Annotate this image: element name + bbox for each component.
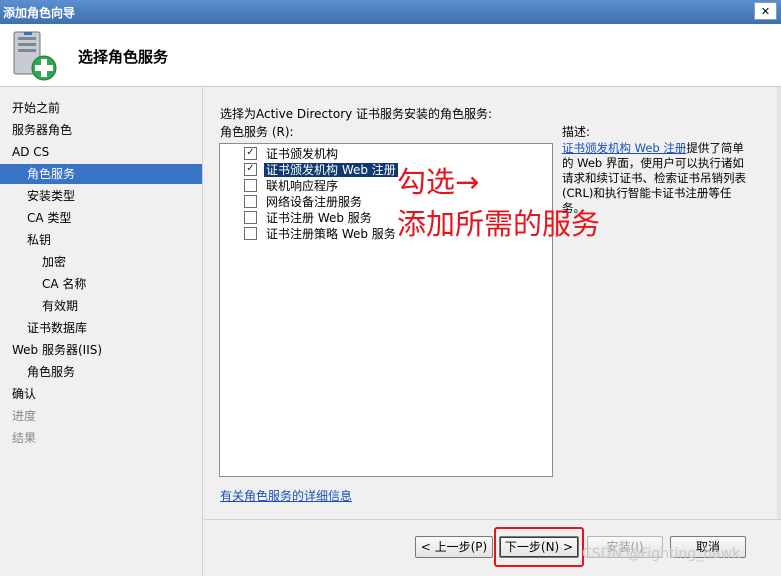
checkbox-unchecked[interactable] — [244, 195, 257, 208]
list-item[interactable]: 证书注册策略 Web 服务 — [244, 226, 398, 243]
right-edge — [777, 87, 781, 519]
checkbox-checked[interactable]: ✓ — [244, 163, 257, 176]
role-services-list[interactable]: ✓ 证书颁发机构 ✓ 证书颁发机构 Web 注册 联机响应程序 网络设备注册服务 证… — [219, 143, 553, 477]
service-label: 网络设备注册服务 — [266, 195, 363, 209]
footer-divider — [204, 519, 781, 520]
nav-item-validity-period[interactable]: 有效期 — [42, 296, 78, 316]
service-label: 联机响应程序 — [266, 179, 339, 193]
nav-item-before-you-begin[interactable]: 开始之前 — [12, 98, 60, 118]
watermark: CSDN @Fighting_hawk — [582, 546, 741, 562]
list-item[interactable]: 网络设备注册服务 — [244, 194, 364, 211]
page-title: 选择角色服务 — [78, 48, 169, 66]
nav-item-iis-role-services[interactable]: 角色服务 — [27, 362, 75, 382]
main-content: 选择为Active Directory 证书服务安装的角色服务: 角色服务 (R… — [204, 87, 781, 519]
description-text: 证书颁发机构 Web 注册提供了简单的 Web 界面，使用户可以执行诸如请求和续… — [562, 141, 754, 216]
wizard-header: 选择角色服务 — [0, 24, 781, 87]
list-item[interactable]: 证书注册 Web 服务 — [244, 210, 374, 227]
checkbox-unchecked[interactable] — [244, 211, 257, 224]
service-label: 证书颁发机构 — [266, 147, 339, 161]
nav-item-certificate-database[interactable]: 证书数据库 — [27, 318, 87, 338]
nav-item-web-server-iis[interactable]: Web 服务器(IIS) — [12, 340, 102, 360]
checkbox-unchecked[interactable] — [244, 179, 257, 192]
more-info-link[interactable]: 有关角色服务的详细信息 — [220, 487, 352, 504]
window-title: 添加角色向导 — [3, 6, 76, 20]
service-label: 证书注册 Web 服务 — [266, 211, 372, 225]
description-label: 描述: — [562, 125, 591, 139]
nav-item-confirmation[interactable]: 确认 — [12, 384, 36, 404]
checkbox-unchecked[interactable] — [244, 227, 257, 240]
service-label: 证书颁发机构 Web 注册 — [264, 163, 398, 177]
server-add-icon — [13, 31, 57, 81]
annotation-check: 勾选→ — [397, 165, 480, 199]
close-button[interactable]: ✕ — [754, 2, 777, 20]
nav-item-setup-type[interactable]: 安装类型 — [27, 186, 75, 206]
list-item[interactable]: 联机响应程序 — [244, 178, 340, 195]
nav-item-private-key[interactable]: 私钥 — [27, 230, 51, 250]
back-button[interactable]: < 上一步(P) — [415, 536, 493, 558]
nav-item-cryptography[interactable]: 加密 — [42, 252, 66, 272]
next-button-highlight — [494, 527, 584, 567]
nav-item-results: 结果 — [12, 431, 37, 445]
nav-item-ca-name[interactable]: CA 名称 — [42, 274, 86, 294]
description-link[interactable]: 证书颁发机构 Web 注册 — [562, 141, 686, 155]
nav-item-ad-cs[interactable]: AD CS — [12, 142, 49, 162]
checkbox-checked[interactable]: ✓ — [244, 147, 257, 160]
nav-item-role-services-selected[interactable]: 角色服务 — [0, 164, 202, 184]
role-services-label: 角色服务 (R): — [220, 125, 294, 139]
intro-text: 选择为Active Directory 证书服务安装的角色服务: — [220, 107, 493, 121]
list-item[interactable]: ✓ 证书颁发机构 — [244, 146, 340, 163]
nav-item-ca-type[interactable]: CA 类型 — [27, 208, 71, 228]
title-bar: 添加角色向导 ✕ — [0, 0, 781, 24]
nav-item-progress: 进度 — [12, 409, 37, 423]
service-label: 证书注册策略 Web 服务 — [266, 227, 396, 241]
list-item-selected[interactable]: ✓ 证书颁发机构 Web 注册 — [244, 162, 398, 179]
nav-item-server-roles[interactable]: 服务器角色 — [12, 120, 72, 140]
wizard-nav: 开始之前 服务器角色 AD CS 角色服务 安装类型 CA 类型 私钥 加密 C… — [0, 87, 203, 576]
